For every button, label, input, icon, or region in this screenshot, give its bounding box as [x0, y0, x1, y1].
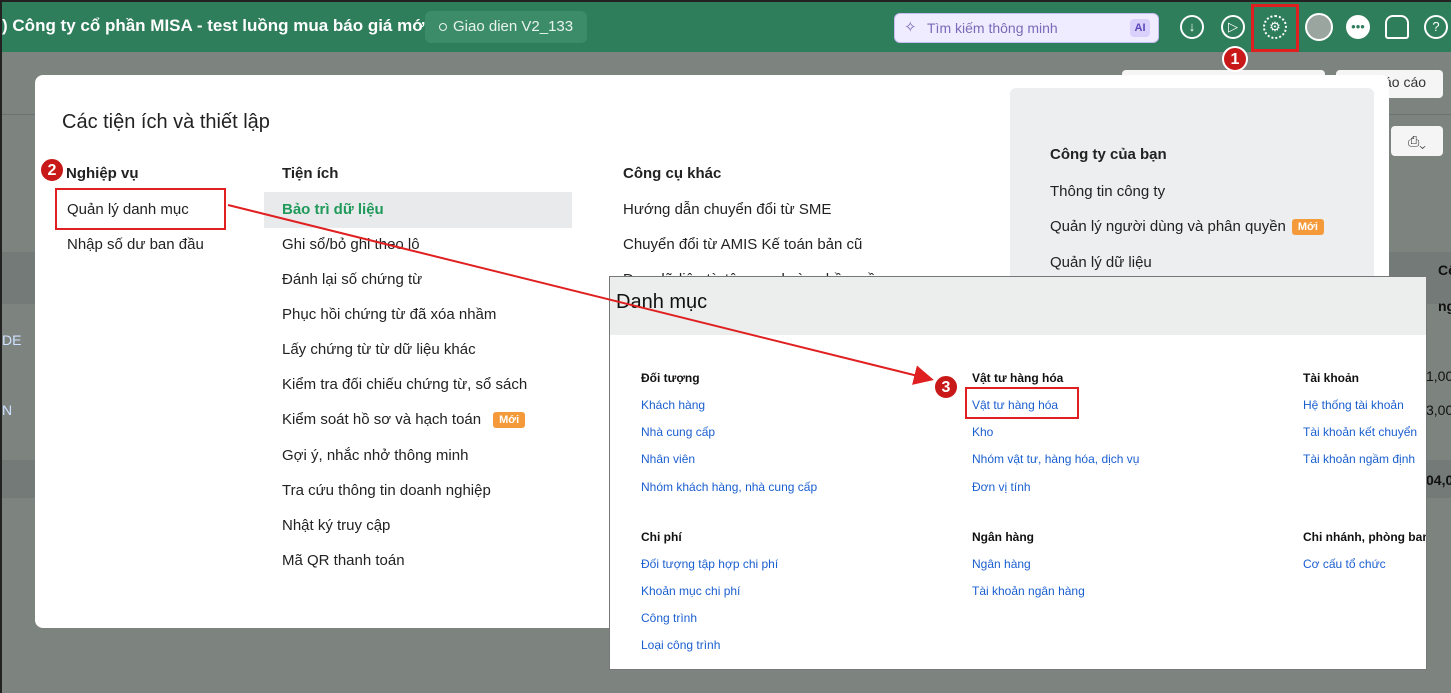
arrow-line — [227, 204, 934, 385]
arrow-annotation — [227, 204, 934, 385]
